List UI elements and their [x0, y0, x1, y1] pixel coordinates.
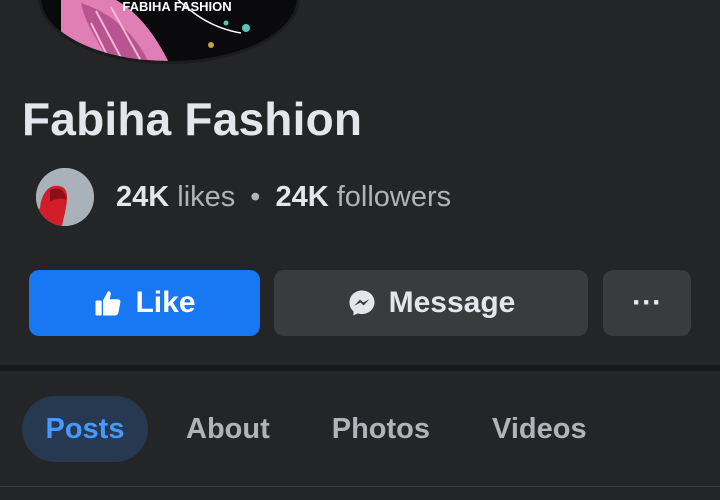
profile-picture-text: FABIHA FASHION [122, 0, 231, 14]
likes-label: likes [177, 180, 236, 213]
tab-photos[interactable]: Photos [332, 396, 430, 462]
more-button[interactable]: ··· [603, 270, 691, 336]
likes-count: 24K [116, 180, 170, 213]
stats-separator: • [250, 180, 261, 213]
more-icon: ··· [632, 286, 662, 319]
message-button[interactable]: Message [274, 270, 588, 336]
stats-row: 24K likes • 24K followers [36, 168, 451, 226]
tab-bar: Posts About Photos Videos [22, 396, 587, 462]
tab-videos[interactable]: Videos [492, 396, 587, 462]
avatar[interactable] [36, 168, 94, 226]
page-name: Fabiha Fashion [22, 93, 363, 145]
messenger-icon [347, 288, 377, 318]
tab-posts[interactable]: Posts [22, 396, 148, 462]
bottom-divider [0, 486, 720, 487]
profile-picture[interactable]: FABIHA FASHION [38, 0, 300, 64]
like-label: Like [135, 286, 196, 319]
thumbs-up-icon [93, 288, 123, 318]
tab-about[interactable]: About [186, 396, 270, 462]
message-label: Message [388, 286, 516, 319]
stats-text: 24K likes • 24K followers [116, 181, 451, 214]
followers-count: 24K [275, 180, 329, 213]
section-divider [0, 365, 720, 371]
like-button[interactable]: Like [29, 270, 260, 336]
followers-label: followers [336, 180, 452, 213]
